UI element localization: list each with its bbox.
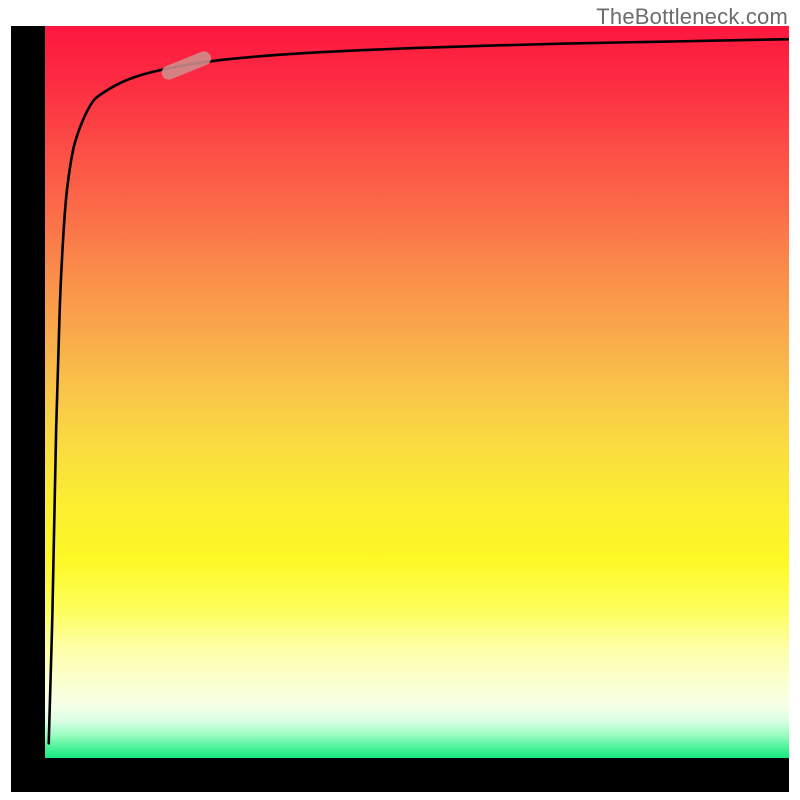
y-axis-bar <box>11 26 45 792</box>
plot-area <box>45 26 789 758</box>
chart-stage: TheBottleneck.com <box>0 0 800 800</box>
curve-marker <box>160 49 213 81</box>
plot-svg <box>45 26 789 758</box>
curve-path <box>49 39 789 743</box>
x-axis-bar <box>11 758 789 792</box>
